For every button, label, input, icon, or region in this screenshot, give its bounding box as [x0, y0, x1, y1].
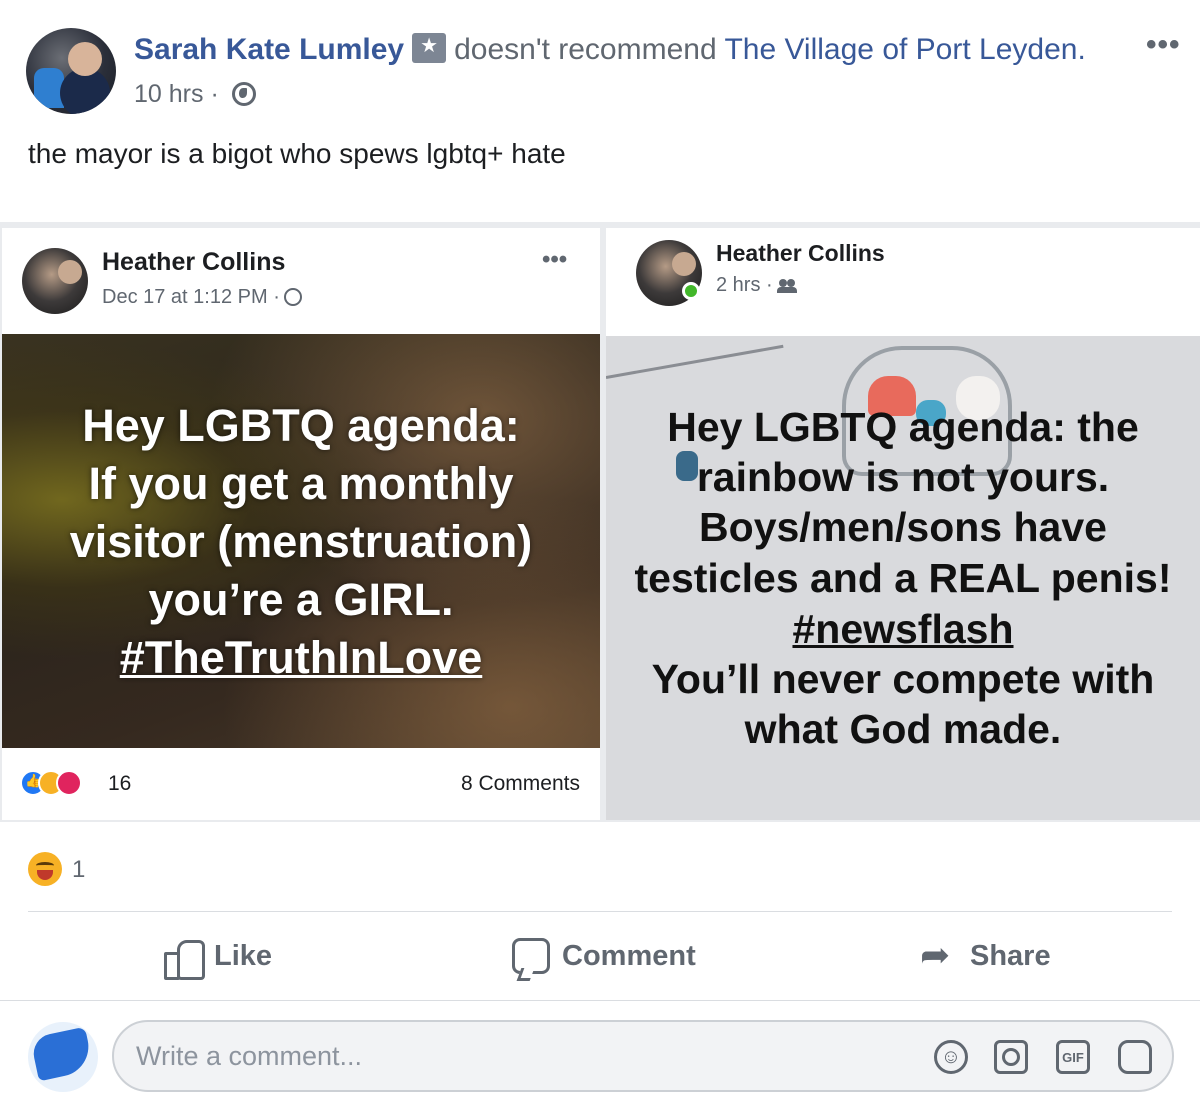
- shared-image-left[interactable]: Hey LGBTQ agenda: If you get a monthly v…: [2, 334, 600, 748]
- image-text-line: you’re a GIRL.: [148, 574, 454, 625]
- image-text-line: You’ll never compete with: [651, 656, 1155, 702]
- comment-label: Comment: [562, 939, 696, 972]
- shared-post-time[interactable]: 2 hrs ·: [716, 274, 773, 296]
- comments-count[interactable]: 8 Comments: [461, 772, 580, 796]
- camera-icon[interactable]: [994, 1040, 1028, 1074]
- share-icon: [920, 934, 958, 976]
- divider: [0, 1000, 1200, 1001]
- globe-icon: [231, 82, 256, 106]
- online-status-indicator: [682, 282, 700, 300]
- image-text-line: Boys/men/sons have: [699, 504, 1107, 550]
- author-name[interactable]: Sarah Kate Lumley: [134, 33, 404, 66]
- divider: [28, 911, 1172, 912]
- post-text: the mayor is a bigot who spews lgbtq+ ha…: [28, 138, 566, 169]
- gif-icon[interactable]: GIF: [1056, 1040, 1090, 1074]
- love-reaction-icon: [56, 770, 82, 796]
- shared-post-meta: Dec 17 at 1:12 PM ·: [102, 286, 302, 309]
- shared-author-name[interactable]: Heather Collins: [716, 240, 885, 267]
- emoji-icon[interactable]: ☺: [934, 1040, 968, 1074]
- image-text-line: visitor (menstruation): [69, 516, 533, 567]
- image-text-line: testicles and a REAL penis!: [634, 555, 1172, 601]
- shared-card-right[interactable]: Heather Collins 2 hrs · Hey LGBTQ agenda…: [606, 228, 1200, 820]
- comment-composer[interactable]: ☺ GIF: [112, 1020, 1174, 1092]
- image-hashtag: #newsflash: [792, 606, 1014, 652]
- haha-reaction-icon: [28, 852, 62, 886]
- image-text-line: If you get a monthly: [88, 458, 514, 509]
- more-options-icon[interactable]: •••: [542, 246, 567, 274]
- reaction-summary-count: 1: [72, 856, 86, 883]
- reaction-count[interactable]: 16: [108, 772, 131, 796]
- image-text-line: what God made.: [744, 706, 1062, 752]
- shared-author-name[interactable]: Heather Collins: [102, 248, 285, 277]
- share-button[interactable]: Share: [920, 932, 1051, 980]
- lift-cable-graphic: [606, 344, 784, 379]
- sticker-icon[interactable]: [1118, 1040, 1152, 1074]
- page-link[interactable]: The Village of Port Leyden.: [724, 33, 1085, 66]
- shared-post-time[interactable]: Dec 17 at 1:12 PM ·: [102, 286, 280, 308]
- like-label: Like: [214, 939, 273, 972]
- like-button[interactable]: Like: [164, 932, 272, 980]
- comment-input[interactable]: [136, 1036, 916, 1076]
- like-icon: [164, 938, 205, 980]
- shared-image-right[interactable]: Hey LGBTQ agenda: the rainbow is not you…: [606, 336, 1200, 820]
- shared-card-left[interactable]: Heather Collins Dec 17 at 1:12 PM · ••• …: [2, 228, 600, 820]
- shared-post-meta: 2 hrs ·: [716, 274, 797, 297]
- friends-icon: [776, 279, 797, 293]
- more-options-icon[interactable]: •••: [1146, 28, 1181, 62]
- author-avatar[interactable]: [26, 28, 116, 114]
- badge-icon: [412, 33, 447, 63]
- post-header: Sarah Kate Lumley doesn't recommend The V…: [0, 0, 1200, 222]
- image-text-line: Hey LGBTQ agenda: the: [667, 404, 1139, 450]
- viewer-avatar[interactable]: [28, 1022, 98, 1092]
- comment-icon: [512, 938, 550, 974]
- post-meta: 10 hrs ·: [134, 80, 256, 109]
- recommendation-verb: doesn't recommend: [454, 33, 717, 66]
- globe-icon: [283, 288, 302, 306]
- image-text-line: Hey LGBTQ agenda:: [82, 400, 520, 451]
- shared-author-avatar[interactable]: [22, 248, 88, 314]
- comment-button[interactable]: Comment: [512, 932, 696, 980]
- post-time[interactable]: 10 hrs: [134, 80, 203, 108]
- image-text-line: rainbow is not yours.: [696, 454, 1110, 500]
- image-hashtag: #TheTruthInLove: [119, 632, 483, 683]
- share-label: Share: [970, 939, 1051, 972]
- meta-separator: ·: [210, 80, 219, 108]
- author-line: Sarah Kate Lumley doesn't recommend The V…: [134, 33, 1086, 67]
